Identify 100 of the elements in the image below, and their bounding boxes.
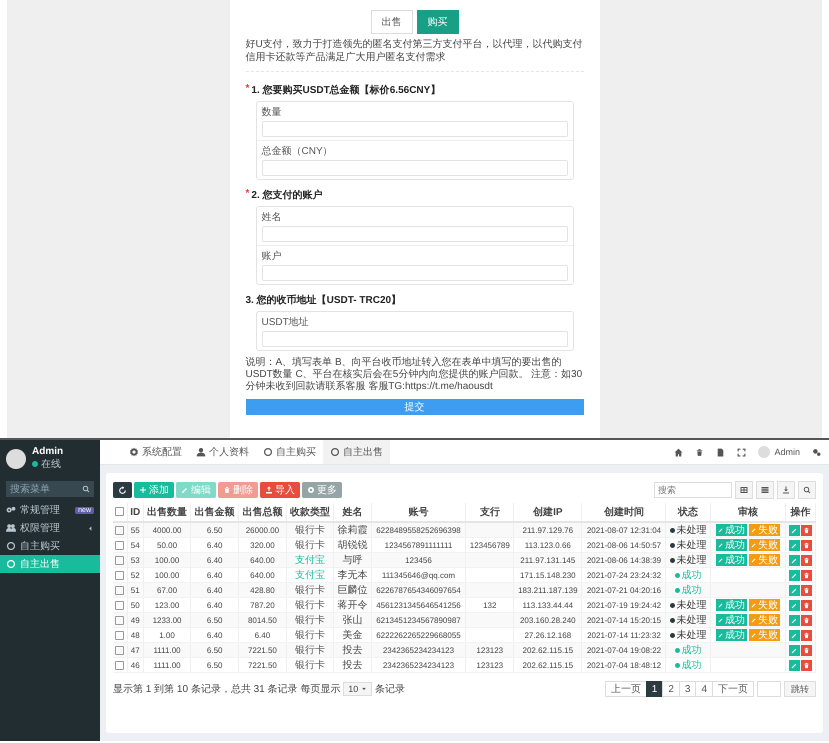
approve-button[interactable]: 成功 [716,554,748,566]
reject-button[interactable]: 失败 [749,614,780,626]
delete-button[interactable] [801,570,812,580]
menu-item[interactable]: 自主出售 [0,555,100,573]
approve-button[interactable]: 成功 [716,524,748,536]
next-page-button[interactable]: 下一页 [712,681,754,697]
columns-dropdown[interactable] [756,481,774,499]
pencil-icon [791,526,798,534]
delete-button[interactable] [801,524,812,536]
reject-button[interactable]: 失败 [749,629,780,641]
checkbox[interactable] [115,570,124,580]
search-field[interactable]: 搜索 [654,482,732,498]
tab[interactable]: 购买 [416,10,458,34]
table-cell: 2021-08-06 14:38:39 [582,552,666,568]
edit-button[interactable] [789,644,800,656]
input-field[interactable] [262,265,568,281]
checkbox[interactable] [115,526,124,535]
checkbox[interactable] [115,507,124,516]
edit-button[interactable] [789,660,800,670]
input-field[interactable] [262,331,568,347]
pencil-icon [718,557,724,563]
page-input[interactable] [757,681,781,697]
table-cell: 6226787654346097654 [371,582,466,598]
delete-button[interactable] [801,540,812,550]
user-name[interactable]: Admin [774,447,800,457]
refresh-button[interactable] [113,482,132,498]
checkbox[interactable] [115,616,124,625]
status-label: 成功 [674,583,702,597]
table-cell: 2021-07-04 18:48:12 [582,658,666,672]
status-label: 成功 [674,658,702,672]
table-cell: 211.97.131.145 [514,552,582,568]
home-icon [674,448,684,456]
reject-button[interactable]: 失败 [749,524,780,536]
view-toggle[interactable] [735,481,753,499]
page-button[interactable]: 2 [662,681,680,697]
tab[interactable]: 出售 [370,10,412,34]
more-button[interactable]: 更多 [302,482,342,498]
nav-tab[interactable]: 自主出售 [323,440,390,464]
required-mark: * [246,83,250,96]
table-cell: 投去 [334,642,372,658]
approve-button[interactable]: 成功 [716,599,748,611]
table-cell: 6.50 [190,612,239,628]
input-field[interactable] [262,121,568,137]
nav-tab[interactable]: 个人资料 [189,440,256,464]
menu-item[interactable]: 权限管理 [0,519,100,537]
table-cell: 202.62.115.15 [514,642,582,658]
trash-icon [803,662,810,668]
delete-button[interactable] [801,630,812,640]
checkbox[interactable] [115,660,124,670]
delete-button[interactable] [801,600,812,610]
table-cell: 6.40 [190,552,239,568]
pencil-icon [718,632,724,638]
input-field[interactable] [262,226,568,242]
pencil-icon [181,486,189,494]
page-size-dropdown[interactable]: 10 [343,682,372,696]
edit-button[interactable] [789,570,800,580]
pencil-icon [791,586,798,594]
status-label: 未处理 [670,613,707,627]
export-dropdown[interactable] [777,481,795,499]
search-button[interactable] [798,481,816,499]
menu-item[interactable]: 自主购买 [0,537,100,555]
jump-button[interactable]: 跳转 [784,681,816,697]
trash-icon [803,586,810,594]
page-button[interactable]: 4 [695,681,713,697]
checkbox[interactable] [115,646,124,655]
delete-button[interactable] [801,644,812,656]
edit-button[interactable] [789,614,800,626]
approve-button[interactable]: 成功 [716,539,748,551]
input-field[interactable] [262,160,568,176]
checkbox[interactable] [115,600,124,610]
add-button[interactable]: 添加 [134,482,174,498]
table-cell: 银行卡 [286,658,334,672]
reject-button[interactable]: 失败 [749,554,780,566]
nav-tab[interactable]: 系统配置 [122,440,189,464]
delete-button[interactable] [801,660,812,670]
reject-button[interactable]: 失败 [749,599,780,611]
table-cell: 7221.50 [238,642,286,658]
checkbox[interactable] [115,586,124,595]
reject-button[interactable]: 失败 [749,539,780,551]
checkbox[interactable] [115,556,124,565]
edit-button[interactable] [789,630,800,640]
nav-tab[interactable]: 自主购买 [256,440,323,464]
edit-button[interactable] [789,554,800,566]
delete-button[interactable] [801,554,812,566]
delete-button[interactable] [801,614,812,626]
approve-button[interactable]: 成功 [716,614,748,626]
approve-button[interactable]: 成功 [716,629,748,641]
search-field[interactable]: 搜索菜单 [6,481,94,497]
trash-icon [695,448,704,456]
submit-button[interactable]: 提交 [246,399,584,415]
refresh-icon [118,486,127,494]
delete-button[interactable] [801,584,812,596]
edit-button[interactable] [789,584,800,596]
edit-button[interactable] [789,540,800,550]
edit-button[interactable] [789,600,800,610]
checkbox[interactable] [115,540,124,550]
prev-page-button[interactable]: 上一页 [604,681,647,697]
edit-button[interactable] [789,524,800,536]
checkbox[interactable] [115,630,124,640]
import-button[interactable]: 导入 [260,482,300,498]
